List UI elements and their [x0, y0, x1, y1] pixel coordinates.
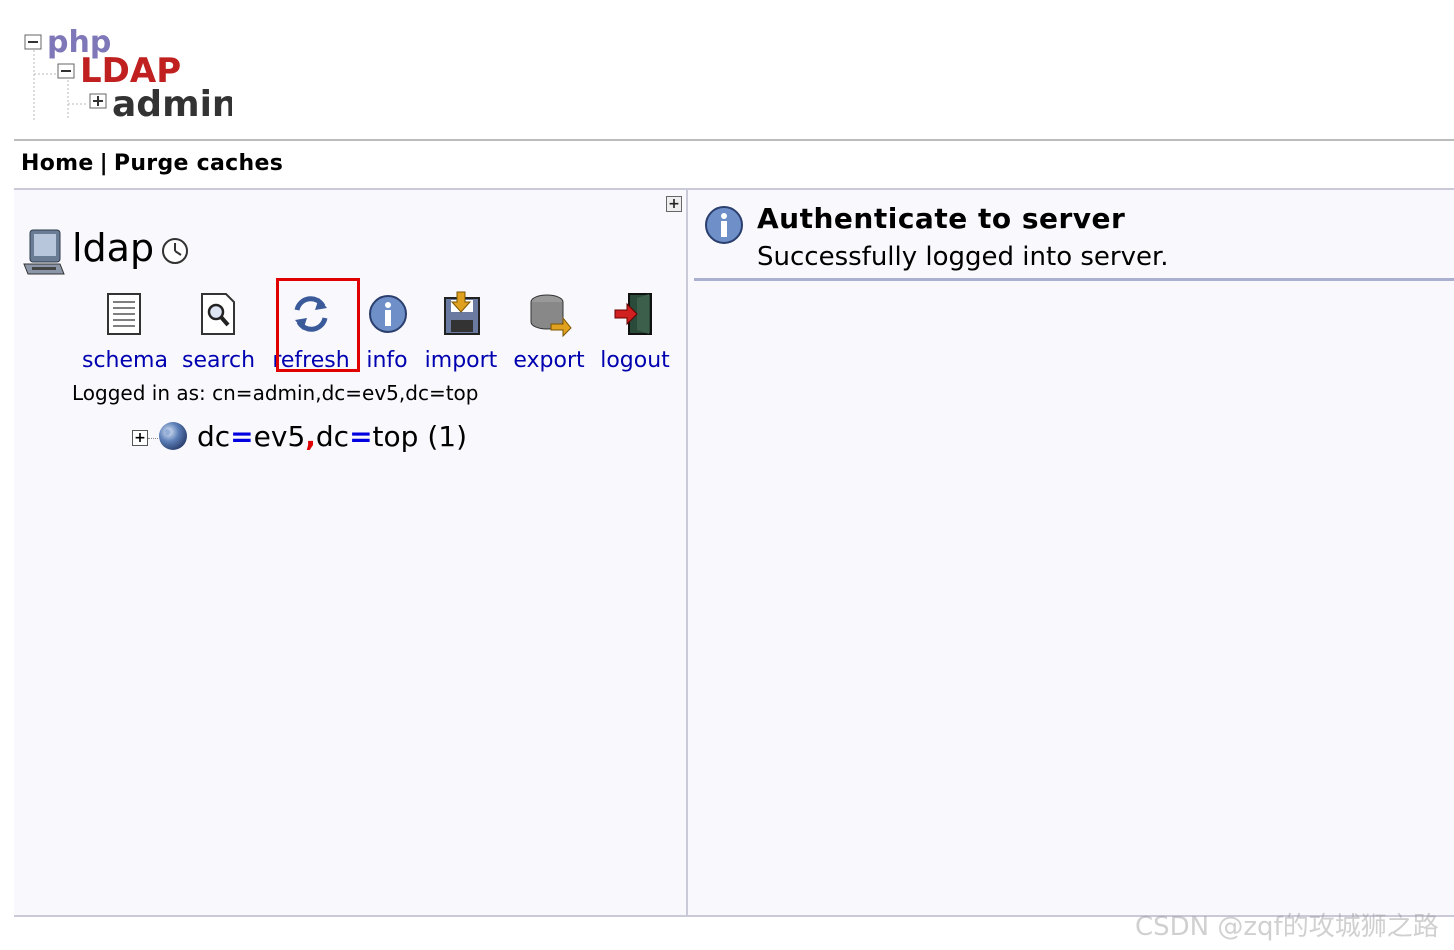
logo-admin-text: admin	[112, 84, 232, 124]
search-icon	[201, 293, 235, 335]
globe-icon	[159, 422, 187, 450]
top-nav: Home | Purge caches	[21, 151, 283, 176]
logout-label: logout	[600, 348, 670, 373]
dn-part: dc	[197, 420, 231, 453]
clock-icon[interactable]	[160, 236, 190, 266]
export-action[interactable]: export	[513, 290, 585, 373]
import-label: import	[424, 348, 498, 373]
header-divider	[14, 139, 1454, 141]
schema-icon	[107, 293, 141, 335]
child-count: (1)	[427, 420, 468, 453]
message-info-icon	[705, 206, 743, 244]
import-icon	[444, 291, 480, 335]
nav-separator: |	[99, 151, 108, 176]
info-label: info	[366, 348, 408, 373]
refresh-action[interactable]: refresh	[272, 290, 350, 373]
schema-label: schema	[82, 348, 168, 373]
dn-comma: ,	[305, 420, 316, 453]
purge-caches-link[interactable]: Purge caches	[114, 151, 283, 176]
message-body: Successfully logged into server.	[757, 242, 1169, 272]
dn-part: top	[372, 420, 419, 453]
dn-equals: =	[230, 420, 254, 453]
search-action[interactable]: search	[182, 290, 256, 373]
message-underline	[694, 278, 1454, 281]
logout-action[interactable]: logout	[600, 290, 670, 373]
refresh-label: refresh	[272, 348, 350, 373]
content-panel	[688, 190, 1454, 915]
expand-panel-button[interactable]: +	[666, 196, 682, 212]
tree-expand-toggle[interactable]: +	[132, 430, 148, 446]
phpldapadmin-logo: php LDAP admin	[24, 25, 232, 124]
server-name[interactable]: ldap	[72, 226, 154, 270]
info-action[interactable]: info	[364, 290, 410, 373]
dn-part: ev5	[253, 420, 306, 453]
home-link[interactable]: Home	[21, 151, 94, 176]
export-label: export	[513, 348, 585, 373]
server-computer-icon	[23, 229, 65, 275]
watermark: CSDN @zqf的攻城狮之路	[1135, 912, 1439, 942]
search-label: search	[182, 348, 256, 373]
schema-action[interactable]: schema	[82, 290, 168, 373]
message-title: Authenticate to server	[757, 202, 1126, 235]
logged-in-status: Logged in as: cn=admin,dc=ev5,dc=top	[72, 381, 479, 405]
logout-icon	[614, 293, 652, 335]
tree-node-base-dn[interactable]: dc=ev5,dc=top (1)	[197, 420, 467, 453]
import-action[interactable]: import	[424, 290, 498, 373]
export-icon	[530, 294, 572, 338]
dn-part: dc	[315, 420, 350, 453]
refresh-icon	[294, 296, 328, 332]
dn-equals: =	[349, 420, 373, 453]
info-icon	[369, 295, 407, 333]
